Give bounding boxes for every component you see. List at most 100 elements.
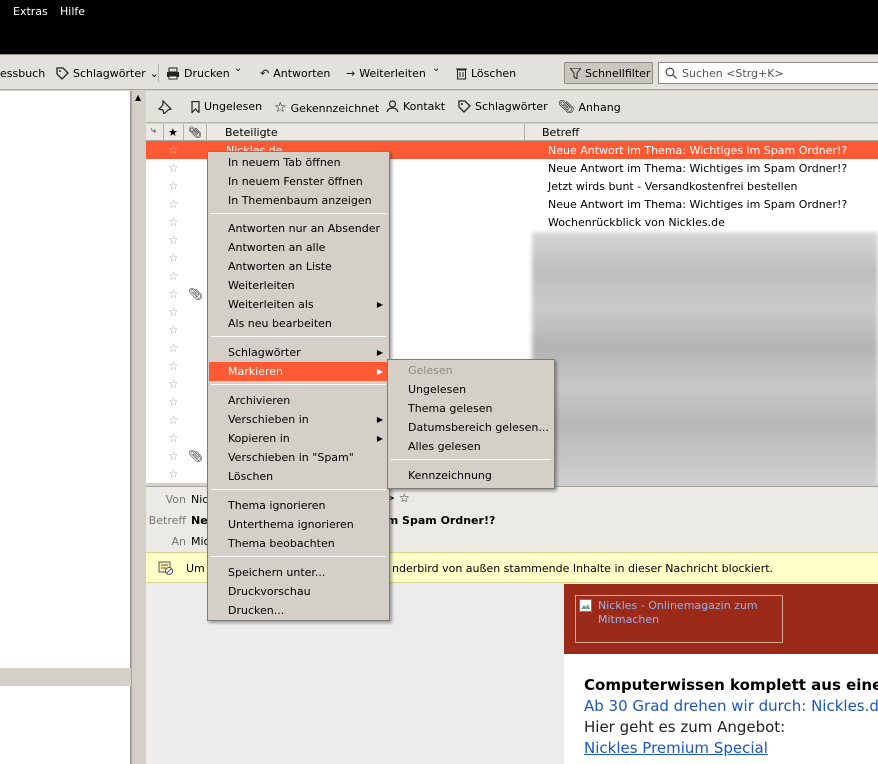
quick-filter-toggle[interactable]: Schnellfilter	[564, 62, 653, 84]
column-divider	[206, 124, 207, 141]
star-outline-icon[interactable]: ☆	[168, 197, 179, 211]
submenu-arrow-icon: ▶	[376, 348, 383, 357]
menu-item-reply-all[interactable]: Antworten an alle	[209, 238, 388, 257]
newsletter-headline: Computerwissen komplett aus einer H	[584, 676, 878, 694]
thread-column-icon[interactable]: ⤷	[151, 126, 156, 136]
menu-item-tags[interactable]: Schlagwörter ▶	[209, 343, 388, 362]
search-input[interactable]: Suchen <Strg+K>	[658, 62, 878, 84]
star-outline-icon[interactable]: ☆	[168, 251, 179, 265]
star-outline-icon[interactable]: ☆	[168, 179, 179, 193]
menu-item-forward-as[interactable]: Weiterleiten als ▶	[209, 295, 388, 314]
menu-item-mark[interactable]: Markieren ▶	[209, 362, 388, 381]
filter-starred-button[interactable]: ☆ Gekennzeichnet	[274, 100, 379, 116]
submenu-item-unread[interactable]: Ungelesen	[389, 380, 553, 399]
filter-tags-button[interactable]: Schlagwörter	[458, 100, 548, 113]
star-outline-icon[interactable]: ☆	[168, 395, 179, 409]
attachment-column-icon[interactable]: 📎︎	[188, 126, 202, 139]
banner-image-link[interactable]: Nickles - Onlinemagazin zum Mitmachen	[575, 595, 783, 643]
menu-item-show-in-thread[interactable]: In Themenbaum anzeigen	[209, 191, 388, 210]
broken-image-icon	[579, 599, 592, 612]
star-outline-icon[interactable]: ☆	[168, 431, 179, 445]
star-outline-icon[interactable]: ☆	[168, 467, 179, 481]
print-dropdown-chevron-icon[interactable]: ⌄	[234, 63, 242, 74]
star-outline-icon[interactable]: ☆	[168, 359, 179, 373]
sticky-pin-icon[interactable]	[158, 100, 172, 114]
star-outline-icon[interactable]: ☆	[168, 377, 179, 391]
subject-cell: Wochenrückblick von Nickles.de	[548, 216, 725, 229]
menu-item-edit-as-new[interactable]: Als neu bearbeiten	[209, 314, 388, 333]
mark-submenu: Gelesen Ungelesen Thema gelesen Datumsbe…	[387, 359, 555, 489]
newsletter-link[interactable]: Nickles Premium Special	[584, 739, 768, 757]
star-outline-icon[interactable]: ☆	[168, 143, 179, 157]
menu-separator	[211, 556, 386, 557]
toolbar-separator	[158, 64, 159, 82]
filter-contact-button[interactable]: Kontakt	[386, 100, 445, 113]
search-icon	[665, 67, 677, 79]
newsletter-line-2: Hier geht es zum Angebot:	[584, 718, 786, 736]
trash-icon	[456, 67, 467, 80]
starred-column-icon[interactable]: ★	[168, 126, 178, 139]
blocked-content-icon	[158, 561, 173, 575]
star-outline-icon[interactable]: ☆	[168, 449, 179, 463]
menu-item-archive[interactable]: Archivieren	[209, 391, 388, 410]
menu-item-reply-list[interactable]: Antworten an Liste	[209, 257, 388, 276]
menu-extras[interactable]: Extras	[13, 5, 48, 18]
star-outline-icon[interactable]: ☆	[168, 287, 179, 301]
column-divider	[183, 124, 184, 141]
filter-unread-button[interactable]: Ungelesen	[191, 100, 262, 113]
subject-cell: Neue Antwort im Thema: Wichtiges im Spam…	[548, 144, 848, 157]
submenu-item-all-read[interactable]: Alles gelesen	[389, 437, 553, 456]
scroll-up-icon[interactable]: ▲	[135, 93, 141, 102]
menu-item-forward[interactable]: Weiterleiten	[209, 276, 388, 295]
forward-dropdown-chevron-icon[interactable]: ⌄	[432, 63, 440, 74]
reply-button[interactable]: ↶ Antworten	[260, 64, 330, 82]
notice-text-end: nderbird von außen stammende Inhalte in …	[392, 562, 774, 575]
menu-item-delete[interactable]: Löschen	[209, 467, 388, 486]
submenu-item-date-range-read[interactable]: Datumsbereich gelesen...	[389, 418, 553, 437]
folder-pane[interactable]	[0, 91, 131, 764]
folder-pane-footer	[0, 668, 131, 686]
tags-button[interactable]: Schlagwörter ⌄	[56, 64, 159, 82]
delete-button[interactable]: Löschen	[456, 64, 516, 82]
printer-icon	[166, 67, 180, 80]
menu-item-open-tab[interactable]: In neuem Tab öffnen	[209, 153, 388, 172]
menu-item-ignore-subthread[interactable]: Unterthema ignorieren	[209, 515, 388, 534]
folder-pane-scrollbar[interactable]: ▲	[131, 91, 145, 764]
newsletter-line-1[interactable]: Ab 30 Grad drehen wir durch: Nickles.de	[584, 697, 878, 715]
address-book-button[interactable]: essbuch	[0, 64, 45, 82]
column-header-betreff[interactable]: Betreff	[542, 126, 579, 139]
star-outline-icon[interactable]: ☆	[168, 323, 179, 337]
star-outline-icon[interactable]: ☆	[168, 233, 179, 247]
submenu-item-flag[interactable]: Kennzeichnung	[389, 466, 553, 485]
menu-item-reply-sender[interactable]: Antworten nur an Absender	[209, 219, 388, 238]
filter-attachment-button[interactable]: 📎︎ Anhang	[558, 100, 621, 115]
menu-item-move-to[interactable]: Verschieben in ▶	[209, 410, 388, 429]
star-outline-icon[interactable]: ☆	[168, 305, 179, 319]
column-divider	[163, 124, 164, 141]
subject-value: Ne	[191, 514, 208, 527]
star-outline-icon[interactable]: ☆	[168, 413, 179, 427]
menu-item-print[interactable]: Drucken...	[209, 601, 388, 620]
column-header-beteiligte[interactable]: Beteiligte	[225, 126, 278, 139]
menu-hilfe[interactable]: Hilfe	[60, 5, 85, 18]
star-outline-icon[interactable]: ☆	[168, 341, 179, 355]
menu-item-ignore-thread[interactable]: Thema ignorieren	[209, 496, 388, 515]
print-button[interactable]: Drucken	[166, 64, 230, 82]
menu-item-move-to-spam[interactable]: Verschieben in "Spam"	[209, 448, 388, 467]
star-outline-icon[interactable]: ☆	[168, 215, 179, 229]
menu-item-watch-thread[interactable]: Thema beobachten	[209, 534, 388, 553]
from-label: Von	[165, 493, 186, 506]
menu-item-save-as[interactable]: Speichern unter...	[209, 563, 388, 582]
column-divider	[524, 124, 525, 141]
menu-item-copy-to[interactable]: Kopieren in ▶	[209, 429, 388, 448]
tag-icon	[56, 66, 69, 80]
star-outline-icon[interactable]: ☆	[168, 161, 179, 175]
menu-item-print-preview[interactable]: Druckvorschau	[209, 582, 388, 601]
menu-item-open-window[interactable]: In neuem Fenster öffnen	[209, 172, 388, 191]
forward-button[interactable]: → Weiterleiten	[346, 64, 426, 82]
quick-filter-bar: Ungelesen ☆ Gekennzeichnet Kontakt Schla…	[146, 91, 878, 123]
subject-cell: Jetzt wirds bunt - Versandkostenfrei bes…	[548, 180, 798, 193]
star-outline-icon[interactable]: ☆	[168, 269, 179, 283]
submenu-item-thread-read[interactable]: Thema gelesen	[389, 399, 553, 418]
paperclip-icon: 📎︎	[188, 449, 204, 463]
